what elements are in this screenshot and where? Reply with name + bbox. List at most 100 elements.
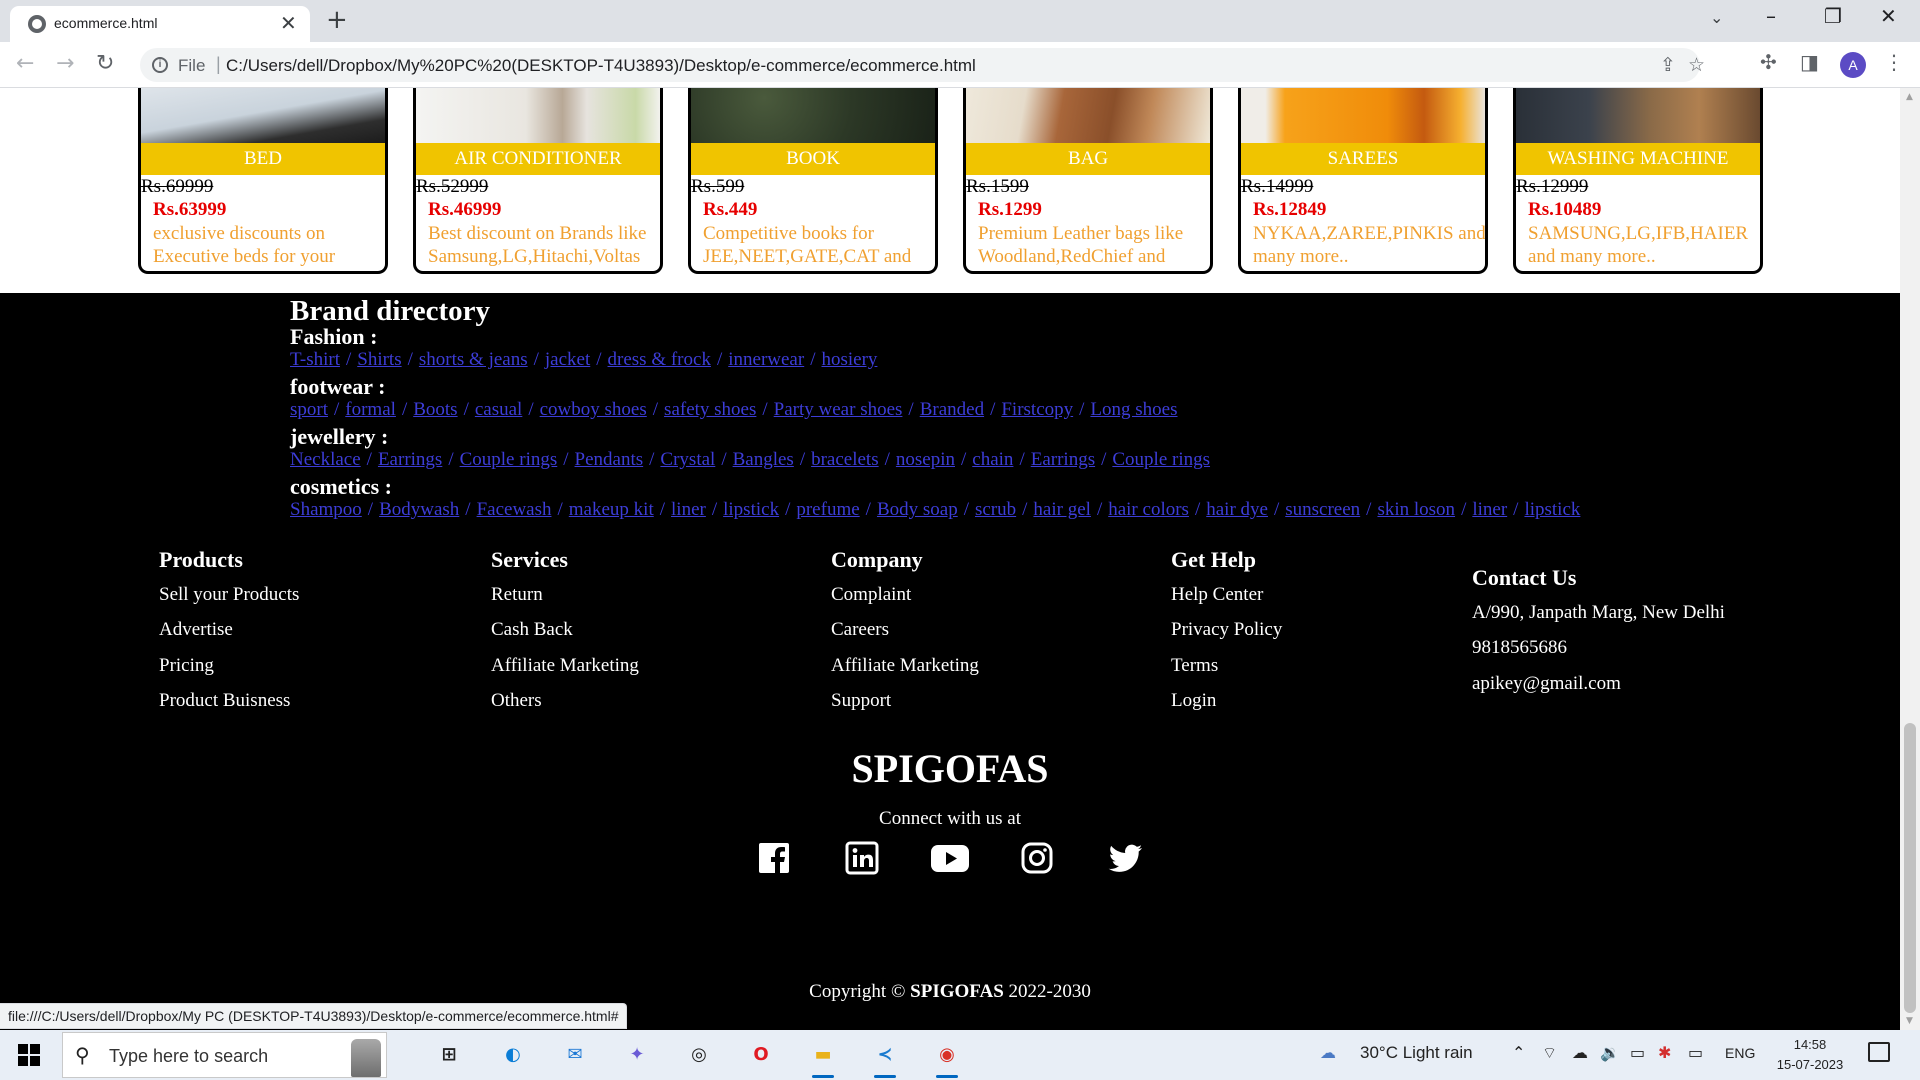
brand-link[interactable]: bracelets xyxy=(811,449,879,470)
product-card-book[interactable]: BOOK Rs.599 Rs.449 Competitive books for… xyxy=(688,88,938,274)
brand-link[interactable]: Boots xyxy=(413,399,457,420)
brand-link[interactable]: lipstick xyxy=(723,499,779,520)
instagram-icon[interactable] xyxy=(1020,841,1054,875)
brand-link[interactable]: Long shoes xyxy=(1090,399,1177,420)
opera-icon[interactable]: O xyxy=(744,1038,778,1072)
footer-link-careers[interactable]: Careers xyxy=(831,619,889,641)
minimize-icon[interactable]: – xyxy=(1766,4,1776,28)
product-card-bed[interactable]: BED Rs.69999 Rs.63999 exclusive discount… xyxy=(138,88,388,274)
brand-link[interactable]: innerwear xyxy=(728,349,804,370)
brand-link[interactable]: Firstcopy xyxy=(1001,399,1073,420)
brand-link[interactable]: hair colors xyxy=(1108,499,1189,520)
notification-center-icon[interactable] xyxy=(1868,1042,1890,1062)
info-icon[interactable]: i xyxy=(152,57,168,73)
contact-email[interactable]: apikey@gmail.com xyxy=(1472,673,1621,695)
footer-link-privacy-policy[interactable]: Privacy Policy xyxy=(1171,619,1282,641)
product-card-air-conditioner[interactable]: AIR CONDITIONER Rs.52999 Rs.46999 Best d… xyxy=(413,88,663,274)
footer-link-advertise[interactable]: Advertise xyxy=(159,619,233,641)
scroll-up-icon[interactable]: ▲ xyxy=(1906,92,1913,102)
weather-rain-icon[interactable]: ☁ xyxy=(1320,1043,1336,1062)
browser-tab[interactable]: ecommerce.html ✕ xyxy=(10,6,310,42)
brand-link[interactable]: Bangles xyxy=(733,449,794,470)
footer-link-others[interactable]: Others xyxy=(491,690,542,712)
product-card-bag[interactable]: BAG Rs.1599 Rs.1299 Premium Leather bags… xyxy=(963,88,1213,274)
url-text[interactable]: C:/Users/dell/Dropbox/My%20PC%20(DESKTOP… xyxy=(226,56,976,76)
brand-link[interactable]: Facewash xyxy=(477,499,552,520)
windows-start-icon[interactable] xyxy=(18,1044,40,1066)
display-icon[interactable]: ▭ xyxy=(1630,1043,1645,1062)
brand-link[interactable]: casual xyxy=(475,399,522,420)
address-bar[interactable]: i File | C:/Users/dell/Dropbox/My%20PC%2… xyxy=(140,48,1705,82)
brand-link[interactable]: dress & frock xyxy=(608,349,711,370)
brand-link[interactable]: Shampoo xyxy=(290,499,362,520)
brand-link[interactable]: Couple rings xyxy=(460,449,558,470)
volume-icon[interactable]: 🔉 xyxy=(1600,1043,1620,1062)
brand-link[interactable]: nosepin xyxy=(896,449,955,470)
brand-link[interactable]: Shirts xyxy=(357,349,401,370)
brand-link[interactable]: T-shirt xyxy=(290,349,340,370)
share-icon[interactable]: ⇪ xyxy=(1660,54,1676,76)
close-window-icon[interactable]: ✕ xyxy=(1880,4,1897,28)
brand-link[interactable]: makeup kit xyxy=(569,499,654,520)
brand-link[interactable]: liner xyxy=(1472,499,1507,520)
chrome-icon[interactable]: ◉ xyxy=(930,1038,964,1078)
brand-link[interactable]: Couple rings xyxy=(1112,449,1210,470)
twitter-icon[interactable] xyxy=(1107,841,1143,875)
reload-icon[interactable]: ↻ xyxy=(96,51,114,76)
brand-link[interactable]: sport xyxy=(290,399,328,420)
back-icon[interactable]: ← xyxy=(16,51,34,76)
show-hidden-icons-icon[interactable]: ⌃ xyxy=(1512,1043,1525,1062)
brand-link[interactable]: Bodywash xyxy=(379,499,459,520)
footer-link-terms[interactable]: Terms xyxy=(1171,655,1218,677)
footer-link-affiliate-marketing[interactable]: Affiliate Marketing xyxy=(491,655,639,677)
file-explorer-icon[interactable]: ▬ xyxy=(806,1038,840,1078)
language-indicator[interactable]: ENG xyxy=(1725,1045,1755,1061)
edge-icon[interactable]: ◐ xyxy=(496,1038,530,1072)
dell-icon[interactable]: ◎ xyxy=(682,1038,716,1072)
vscode-icon[interactable]: ≺ xyxy=(868,1038,902,1078)
bookmark-star-icon[interactable]: ☆ xyxy=(1688,54,1705,76)
brand-link[interactable]: hosiery xyxy=(821,349,877,370)
copilot-icon[interactable]: ✦ xyxy=(620,1038,654,1072)
battery-icon[interactable]: ▭ xyxy=(1688,1043,1703,1062)
linkedin-icon[interactable] xyxy=(845,841,879,875)
footer-link-help-center[interactable]: Help Center xyxy=(1171,584,1263,606)
brand-link[interactable]: liner xyxy=(671,499,706,520)
footer-link-affiliate-marketing[interactable]: Affiliate Marketing xyxy=(831,655,979,677)
footer-link-pricing[interactable]: Pricing xyxy=(159,655,214,677)
brand-link[interactable]: safety shoes xyxy=(664,399,756,420)
brand-link[interactable]: cowboy shoes xyxy=(540,399,647,420)
product-card-washing-machine[interactable]: WASHING MACHINE Rs.12999 Rs.10489 SAMSUN… xyxy=(1513,88,1763,274)
brand-link[interactable]: scrub xyxy=(975,499,1016,520)
brand-link[interactable]: Earrings xyxy=(378,449,442,470)
facebook-icon[interactable] xyxy=(757,841,791,875)
brand-link[interactable]: hair dye xyxy=(1206,499,1268,520)
footer-link-complaint[interactable]: Complaint xyxy=(831,584,911,606)
wifi-icon[interactable]: ⌔ xyxy=(1542,1043,1557,1063)
antivirus-icon[interactable]: ✱ xyxy=(1658,1043,1671,1062)
brand-link[interactable]: shorts & jeans xyxy=(419,349,528,370)
clock[interactable]: 14:58 15-07-2023 xyxy=(1775,1035,1845,1075)
page-scrollbar[interactable]: ▲ ▼ xyxy=(1900,88,1920,1030)
profile-avatar[interactable]: A xyxy=(1840,52,1866,78)
scroll-down-icon[interactable]: ▼ xyxy=(1906,1016,1913,1026)
footer-link-product-buisness[interactable]: Product Buisness xyxy=(159,690,290,712)
brand-link[interactable]: skin loson xyxy=(1377,499,1455,520)
footer-link-login[interactable]: Login xyxy=(1171,690,1216,712)
tab-search-icon[interactable]: ⌄ xyxy=(1710,8,1723,27)
brand-link[interactable]: Party wear shoes xyxy=(774,399,903,420)
brand-link[interactable]: jacket xyxy=(545,349,590,370)
footer-link-cash-back[interactable]: Cash Back xyxy=(491,619,573,641)
forward-icon[interactable]: → xyxy=(56,51,74,76)
brand-link[interactable]: lipstick xyxy=(1524,499,1580,520)
brand-link[interactable]: hair gel xyxy=(1033,499,1091,520)
brand-link[interactable]: Body soap xyxy=(877,499,958,520)
task-view-icon[interactable]: ⊞ xyxy=(432,1038,466,1072)
brand-link[interactable]: Pendants xyxy=(575,449,644,470)
new-tab-icon[interactable]: + xyxy=(326,6,348,34)
brand-link[interactable]: Branded xyxy=(920,399,984,420)
brand-link[interactable]: formal xyxy=(345,399,396,420)
scrollbar-thumb[interactable] xyxy=(1904,723,1916,1013)
brand-link[interactable]: Earrings xyxy=(1031,449,1095,470)
taskbar-search-box[interactable]: ⚲ Type here to search xyxy=(62,1032,387,1078)
